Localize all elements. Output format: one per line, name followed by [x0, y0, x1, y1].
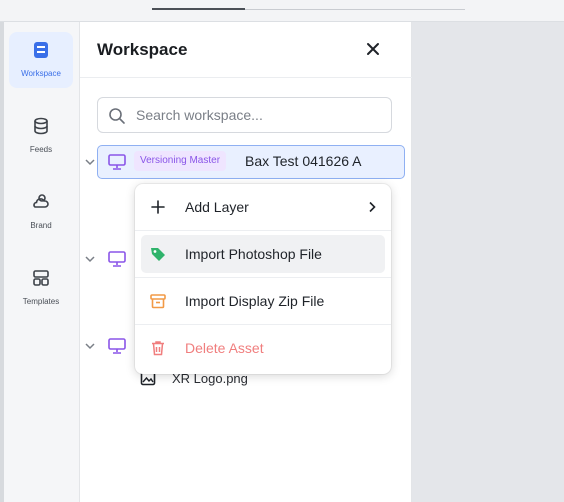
menu-divider — [135, 324, 391, 325]
rail-item-brand[interactable]: Brand — [9, 184, 73, 240]
monitor-icon — [108, 338, 126, 354]
rail-label-brand: Brand — [30, 221, 52, 230]
active-tab-indicator — [152, 8, 245, 10]
search-icon — [109, 108, 125, 124]
menu-item-add-layer[interactable]: Add Layer — [141, 188, 385, 226]
context-menu: Add Layer Import Photoshop File Import D… — [135, 184, 391, 374]
menu-item-import-photoshop[interactable]: Import Photoshop File — [141, 235, 385, 273]
menu-label-import-zip: Import Display Zip File — [185, 293, 325, 309]
menu-label-add-layer: Add Layer — [185, 199, 249, 215]
rail-label-workspace: Workspace — [21, 69, 61, 78]
monitor-icon — [108, 251, 126, 267]
templates-icon — [29, 266, 53, 290]
rail-item-templates[interactable]: Templates — [9, 260, 73, 316]
close-button[interactable] — [362, 38, 384, 60]
tree-row-selected[interactable]: Versioning Master Bax Test 041626 A — [80, 145, 412, 179]
database-icon — [29, 114, 53, 138]
panel-header: Workspace — [80, 22, 412, 78]
search-input[interactable] — [136, 105, 381, 125]
menu-item-delete-asset[interactable]: Delete Asset — [141, 329, 385, 367]
rail-label-templates: Templates — [22, 297, 60, 306]
tree-row-name: Bax Test 041626 A — [245, 153, 362, 169]
top-divider — [245, 9, 465, 10]
menu-divider — [135, 277, 391, 278]
chevron-down-icon[interactable] — [84, 340, 96, 352]
trash-icon — [149, 339, 167, 357]
versioning-badge: Versioning Master — [134, 151, 227, 171]
plus-icon — [149, 198, 167, 216]
side-rail: Workspace Feeds Brand Templates — [4, 22, 80, 502]
brand-icon — [29, 190, 53, 214]
rail-label-feeds: Feeds — [29, 145, 53, 154]
close-icon — [367, 43, 379, 55]
rail-item-workspace[interactable]: Workspace — [9, 32, 73, 88]
panel-title: Workspace — [97, 40, 188, 59]
menu-item-import-zip[interactable]: Import Display Zip File — [141, 282, 385, 320]
chevron-down-icon[interactable] — [84, 253, 96, 265]
chevron-down-icon[interactable] — [84, 156, 96, 168]
workspace-icon — [29, 38, 53, 62]
archive-icon — [149, 292, 167, 310]
search-box[interactable] — [97, 97, 392, 133]
menu-label-import-photoshop: Import Photoshop File — [185, 246, 322, 262]
top-bar — [0, 0, 564, 22]
rail-item-feeds[interactable]: Feeds — [9, 108, 73, 164]
monitor-icon — [108, 154, 126, 170]
menu-divider — [135, 230, 391, 231]
menu-label-delete-asset: Delete Asset — [185, 340, 264, 356]
chevron-right-icon — [369, 201, 376, 213]
photoshop-tag-icon — [149, 245, 167, 263]
